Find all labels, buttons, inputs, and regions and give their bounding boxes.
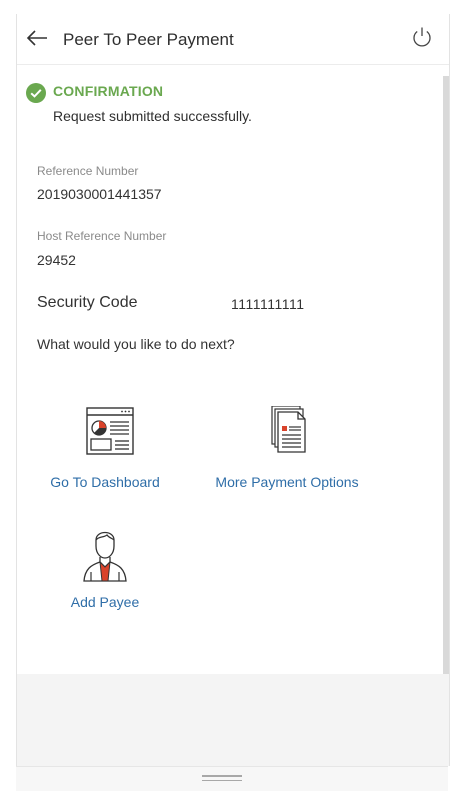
next-prompt: What would you like to do next? xyxy=(37,336,235,352)
host-reference-value: 29452 xyxy=(37,252,76,268)
security-code-value: 1111111111 xyxy=(231,296,305,312)
check-circle-icon xyxy=(26,83,46,103)
add-payee-action[interactable]: Add Payee xyxy=(35,524,175,610)
app-frame: Peer To Peer Payment CONFIRMATION Reques… xyxy=(16,14,450,766)
power-icon[interactable] xyxy=(411,26,433,48)
reference-number-label: Reference Number xyxy=(37,164,139,178)
documents-icon xyxy=(271,406,306,453)
reference-number-value: 2019030001441357 xyxy=(37,186,162,202)
drag-handle-icon[interactable] xyxy=(202,775,242,781)
confirmation-message: Request submitted successfully. xyxy=(53,108,252,124)
vertical-scrollbar[interactable] xyxy=(443,76,449,688)
page-title: Peer To Peer Payment xyxy=(63,30,234,49)
header: Peer To Peer Payment xyxy=(17,14,449,65)
more-payment-options-action[interactable]: More Payment Options xyxy=(207,406,367,490)
go-to-dashboard-label[interactable]: Go To Dashboard xyxy=(35,474,175,490)
back-arrow-icon[interactable] xyxy=(25,26,49,50)
dashboard-icon xyxy=(86,407,134,455)
confirmation-title: CONFIRMATION xyxy=(53,83,164,99)
add-payee-label[interactable]: Add Payee xyxy=(35,594,175,610)
payee-person-icon xyxy=(83,531,127,582)
security-code-label: Security Code xyxy=(37,294,138,311)
bottom-panel xyxy=(17,674,449,766)
more-payment-options-label[interactable]: More Payment Options xyxy=(207,474,367,490)
resize-footer xyxy=(16,766,448,791)
host-reference-label: Host Reference Number xyxy=(37,229,167,243)
go-to-dashboard-action[interactable]: Go To Dashboard xyxy=(35,406,175,490)
